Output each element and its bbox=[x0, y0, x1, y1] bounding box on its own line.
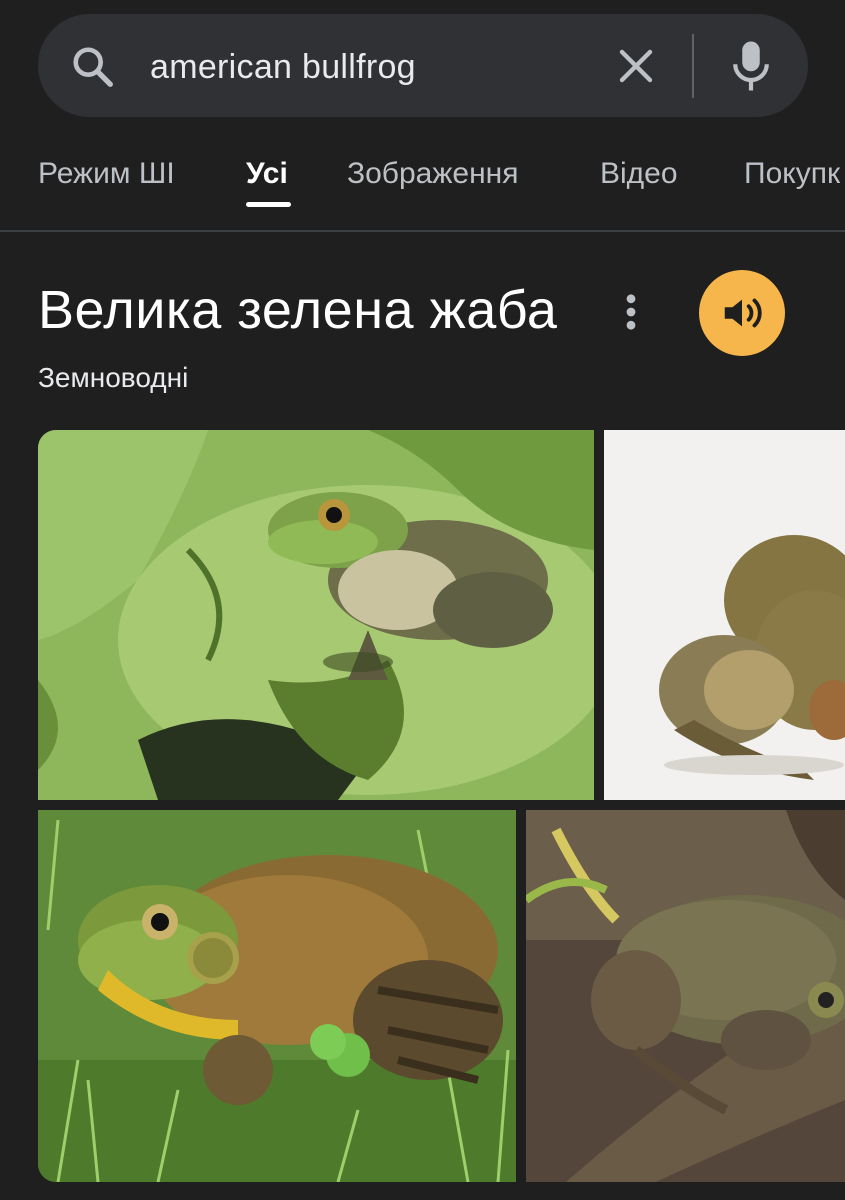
page-subtitle: Земноводні bbox=[38, 362, 189, 393]
pronounce-button[interactable] bbox=[699, 270, 785, 356]
mic-icon[interactable] bbox=[730, 38, 772, 94]
tab-images[interactable]: Зображення bbox=[347, 154, 519, 194]
search-icon[interactable] bbox=[70, 44, 116, 90]
active-tab-indicator bbox=[246, 202, 291, 207]
volume-icon bbox=[724, 298, 762, 328]
tabs-divider bbox=[0, 230, 845, 232]
image-result-lilypad-frog[interactable] bbox=[38, 430, 594, 800]
more-vert-icon[interactable] bbox=[616, 290, 646, 334]
search-tabs: Режим ШІ Усі Зображення Відео Покупк bbox=[0, 140, 845, 220]
page-title: Велика зелена жаба bbox=[38, 280, 558, 340]
image-result-grass-frog[interactable] bbox=[38, 810, 516, 1182]
image-result-white-background-frog[interactable] bbox=[604, 430, 845, 800]
search-input[interactable]: american bullfrog bbox=[150, 40, 590, 94]
tab-all[interactable]: Усі bbox=[246, 154, 288, 194]
image-result-branch-frog[interactable] bbox=[526, 810, 845, 1182]
tab-videos[interactable]: Відео bbox=[600, 154, 678, 194]
tab-shopping[interactable]: Покупк bbox=[744, 154, 840, 194]
close-icon[interactable] bbox=[612, 42, 660, 90]
search-divider bbox=[692, 34, 694, 98]
tab-ai-mode[interactable]: Режим ШІ bbox=[38, 154, 175, 194]
